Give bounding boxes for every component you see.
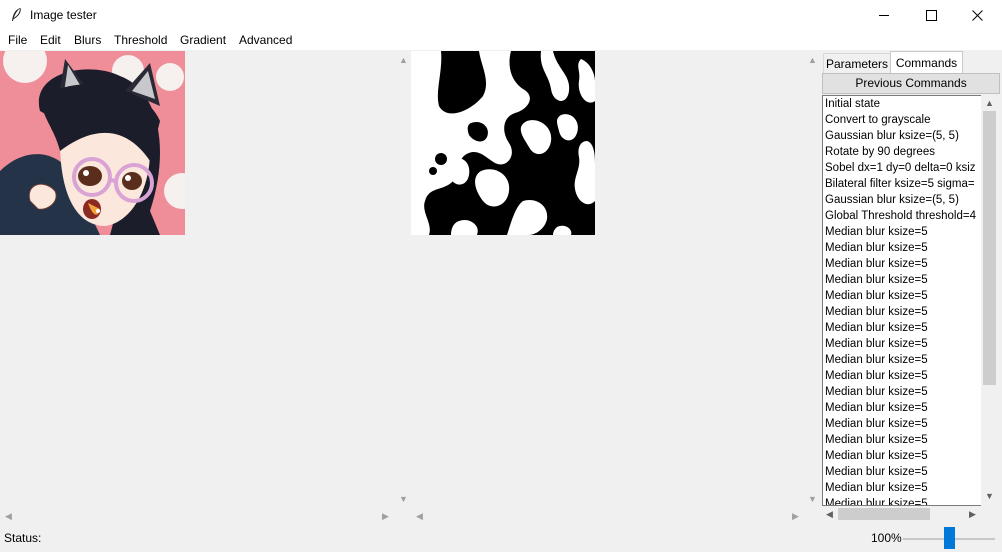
original-image (0, 51, 185, 235)
command-list-item[interactable]: Median blur ksize=5 (823, 288, 981, 304)
left-pane-horizontal-scrollbar[interactable]: ◀ ▶ (0, 509, 395, 524)
commands-horizontal-scrollbar[interactable]: ◀ ▶ (822, 506, 980, 522)
command-list-item[interactable]: Median blur ksize=5 (823, 400, 981, 416)
scrollbar-thumb[interactable] (838, 508, 930, 520)
scroll-right-icon[interactable]: ▶ (969, 510, 976, 519)
tab-commands[interactable]: Commands (890, 51, 963, 74)
menu-edit[interactable]: Edit (40, 33, 61, 47)
scroll-down-icon[interactable]: ▼ (808, 495, 817, 504)
command-list-item[interactable]: Median blur ksize=5 (823, 224, 981, 240)
command-list-item[interactable]: Convert to grayscale (823, 112, 981, 128)
maximize-icon (926, 10, 937, 21)
scroll-left-icon[interactable]: ◀ (5, 512, 12, 521)
title-bar: Image tester (0, 0, 1002, 31)
minimize-icon (879, 15, 889, 16)
command-list-item[interactable]: Median blur ksize=5 (823, 464, 981, 480)
menu-threshold[interactable]: Threshold (114, 33, 167, 47)
zoom-level: 100% (871, 531, 902, 545)
command-list-item[interactable]: Median blur ksize=5 (823, 304, 981, 320)
scroll-down-icon[interactable]: ▼ (985, 492, 994, 501)
command-list-item[interactable]: Median blur ksize=5 (823, 368, 981, 384)
scroll-down-icon[interactable]: ▼ (399, 495, 408, 504)
side-panel: Parameters Commands Previous Commands In… (820, 50, 1002, 524)
maximize-button[interactable] (909, 0, 955, 31)
menu-advanced[interactable]: Advanced (239, 33, 292, 47)
status-label: Status: (4, 531, 42, 545)
scroll-right-icon[interactable]: ▶ (792, 512, 799, 521)
close-icon (972, 10, 983, 21)
previous-commands-button[interactable]: Previous Commands (822, 73, 1000, 94)
command-list-item[interactable]: Median blur ksize=5 (823, 272, 981, 288)
scrollbar-thumb[interactable] (983, 111, 996, 385)
status-bar: Status: 100% (0, 524, 1002, 552)
command-list-item[interactable]: Median blur ksize=5 (823, 384, 981, 400)
command-list-item[interactable]: Gaussian blur ksize=(5, 5) (823, 192, 981, 208)
middle-pane-vertical-scrollbar[interactable]: ▲ ▼ (804, 50, 821, 509)
zoom-slider-thumb[interactable] (944, 527, 955, 549)
command-list-item[interactable]: Median blur ksize=5 (823, 320, 981, 336)
menu-gradient[interactable]: Gradient (180, 33, 226, 47)
scroll-left-icon[interactable]: ◀ (826, 510, 833, 519)
command-list-item[interactable]: Median blur ksize=5 (823, 256, 981, 272)
menu-bar: File Edit Blurs Threshold Gradient Advan… (0, 31, 1002, 50)
scroll-up-icon[interactable]: ▲ (808, 56, 817, 65)
command-list-item[interactable]: Rotate by 90 degrees (823, 144, 981, 160)
command-list-item[interactable]: Sobel dx=1 dy=0 delta=0 ksiz (823, 160, 981, 176)
left-pane-vertical-scrollbar[interactable]: ▲ ▼ (395, 50, 412, 509)
command-list-item[interactable]: Median blur ksize=5 (823, 480, 981, 496)
command-list-item[interactable]: Median blur ksize=5 (823, 336, 981, 352)
tab-parameters[interactable]: Parameters (823, 53, 891, 74)
window-title: Image tester (30, 8, 97, 22)
command-list-item[interactable]: Median blur ksize=5 (823, 416, 981, 432)
close-button[interactable] (955, 0, 1001, 31)
app-feather-icon (12, 7, 21, 21)
command-list-item[interactable]: Median blur ksize=5 (823, 496, 981, 505)
commands-listbox[interactable]: Initial state Convert to grayscale Gaussia… (822, 95, 982, 506)
commands-vertical-scrollbar[interactable]: ▲ ▼ (981, 95, 998, 506)
command-list-item[interactable]: Median blur ksize=5 (823, 240, 981, 256)
command-list-item[interactable]: Initial state (823, 96, 981, 112)
scroll-up-icon[interactable]: ▲ (399, 56, 408, 65)
middle-pane-horizontal-scrollbar[interactable]: ◀ ▶ (412, 509, 804, 524)
processed-image (411, 51, 595, 235)
scroll-up-icon[interactable]: ▲ (985, 99, 994, 108)
menu-file[interactable]: File (8, 33, 27, 47)
command-list-item[interactable]: Global Threshold threshold=4 (823, 208, 981, 224)
scroll-right-icon[interactable]: ▶ (382, 512, 389, 521)
scroll-left-icon[interactable]: ◀ (416, 512, 423, 521)
command-list-item[interactable]: Median blur ksize=5 (823, 432, 981, 448)
menu-blurs[interactable]: Blurs (74, 33, 101, 47)
minimize-button[interactable] (862, 0, 908, 31)
command-list-item[interactable]: Median blur ksize=5 (823, 352, 981, 368)
threshold-result-picture (411, 51, 595, 235)
command-list-item[interactable]: Gaussian blur ksize=(5, 5) (823, 128, 981, 144)
command-list-item[interactable]: Median blur ksize=5 (823, 448, 981, 464)
command-list-item[interactable]: Bilateral filter ksize=5 sigma= (823, 176, 981, 192)
anime-girl-picture (0, 51, 185, 235)
